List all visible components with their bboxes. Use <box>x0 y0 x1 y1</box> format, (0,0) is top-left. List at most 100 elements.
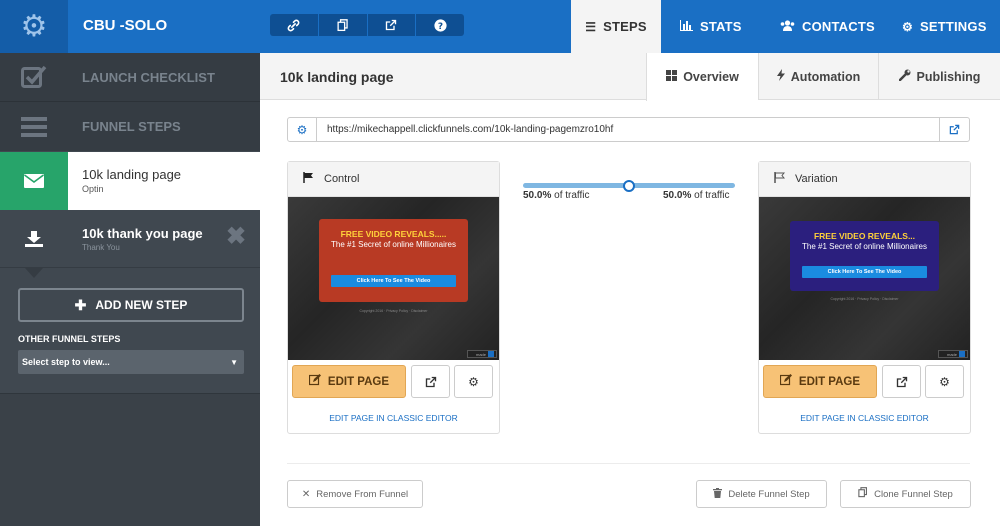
funnel-settings-gear-icon[interactable]: ⚙ <box>0 0 68 53</box>
edit-page-label: EDIT PAGE <box>327 375 390 388</box>
step-arrow <box>25 268 43 278</box>
bolt-icon <box>776 69 785 84</box>
thumbnail-footer-text: Copyright 2016 · Privacy Policy · Discla… <box>830 297 899 301</box>
help-icon[interactable]: ? <box>416 14 464 36</box>
remove-from-funnel-button[interactable]: ✕ Remove From Funnel <box>287 480 423 508</box>
page-thumbnail[interactable]: FREE VIDEO REVEALS..... The #1 Secret of… <box>288 197 499 360</box>
edit-page-label: EDIT PAGE <box>798 375 861 388</box>
nav-tab-stats[interactable]: STATS <box>680 0 742 53</box>
link-icon[interactable] <box>270 14 319 36</box>
nav-tab-label: SETTINGS <box>919 19 987 34</box>
launch-checklist-link[interactable]: LAUNCH CHECKLIST <box>0 53 260 102</box>
variant-label: Control <box>324 173 360 185</box>
nav-tab-label: CONTACTS <box>802 19 875 34</box>
download-icon <box>0 210 68 268</box>
page-url[interactable]: https://mikechappell.clickfunnels.com/10… <box>327 124 613 135</box>
top-bar: ⚙ CBU -SOLO ? ☰ STEPS STATS CONTACTS ⚙ SET… <box>0 0 1000 53</box>
tab-label: Automation <box>790 69 861 84</box>
list-icon: ☰ <box>585 19 597 34</box>
page-header: 10k landing page Overview Automation Pub… <box>260 53 1000 101</box>
promo-button: Click Here To See The Video <box>802 266 927 278</box>
promo-box: FREE VIDEO REVEALS..... The #1 Secret of… <box>319 219 468 302</box>
other-steps-select[interactable]: Select step to view... ▼ <box>18 350 244 374</box>
preview-page-external-link-icon[interactable] <box>882 365 921 398</box>
preview-page-external-link-icon[interactable] <box>411 365 450 398</box>
clickfunnels-badge: made <box>467 350 497 358</box>
promo-box: FREE VIDEO REVEALS... The #1 Secret of o… <box>790 221 939 291</box>
variant-label: Variation <box>795 173 838 185</box>
clone-funnel-step-button[interactable]: Clone Funnel Step <box>840 480 971 508</box>
card-header: Control <box>288 162 499 197</box>
step-subtitle: Thank You <box>82 243 120 252</box>
bar-chart-icon <box>680 19 693 34</box>
promo-headline: FREE VIDEO REVEALS..... <box>340 229 447 239</box>
nav-tab-settings[interactable]: ⚙ SETTINGS <box>902 0 987 53</box>
clickfunnels-badge: made <box>938 350 968 358</box>
menu-icon <box>0 102 68 151</box>
users-icon <box>780 19 795 34</box>
tab-publishing[interactable]: Publishing <box>878 53 1000 100</box>
button-label: Clone Funnel Step <box>874 488 953 500</box>
other-funnel-steps-label: OTHER FUNNEL STEPS <box>18 334 121 344</box>
sidebar-step-thank-you-page[interactable]: 10k thank you page Thank You ✖ <box>0 210 260 278</box>
traffic-suffix: of traffic <box>554 190 590 201</box>
caret-down-icon: ▼ <box>230 357 238 367</box>
edit-in-classic-editor-link[interactable]: EDIT PAGE IN CLASSIC EDITOR <box>759 413 970 423</box>
divider <box>287 463 970 464</box>
page-title: 10k landing page <box>280 69 394 85</box>
edit-page-button[interactable]: EDIT PAGE <box>292 365 406 398</box>
promo-subheadline: The #1 Secret of online Millionaires <box>802 242 927 251</box>
open-url-external-link-icon[interactable] <box>939 118 969 141</box>
url-settings-gear-icon[interactable]: ⚙ <box>288 118 317 141</box>
page-thumbnail[interactable]: FREE VIDEO REVEALS... The #1 Secret of o… <box>759 197 970 360</box>
flag-filled-icon <box>303 172 314 186</box>
tab-overview[interactable]: Overview <box>646 53 758 101</box>
funnel-steps-header: FUNNEL STEPS <box>0 102 260 151</box>
button-label: Remove From Funnel <box>316 488 409 500</box>
thumbnail-footer-text: Copyright 2016 · Privacy Policy · Discla… <box>359 309 428 313</box>
step-subtitle: Optin <box>82 184 104 194</box>
sidebar-step-landing-page[interactable]: 10k landing page Optin <box>0 152 260 220</box>
flag-outline-icon <box>774 172 786 186</box>
trash-icon <box>713 487 723 501</box>
nav-tab-label: STATS <box>700 19 742 34</box>
button-label: Delete Funnel Step <box>728 488 810 500</box>
nav-tab-contacts[interactable]: CONTACTS <box>780 0 875 53</box>
variation-traffic-percent: 50.0% <box>663 190 692 201</box>
close-icon: ✕ <box>301 488 311 500</box>
card-header: Variation <box>759 162 970 197</box>
add-new-step-button[interactable]: ✚ ADD NEW STEP <box>18 288 244 322</box>
page-settings-gear-icon[interactable]: ⚙ <box>925 365 964 398</box>
promo-button: Click Here To See The Video <box>331 275 456 287</box>
step-title: 10k landing page <box>82 167 182 182</box>
control-variant-card: Control FREE VIDEO REVEALS..... The #1 S… <box>287 161 500 434</box>
plus-icon: ✚ <box>74 296 87 313</box>
edit-in-classic-editor-link[interactable]: EDIT PAGE IN CLASSIC EDITOR <box>288 413 499 423</box>
tab-automation[interactable]: Automation <box>758 53 878 100</box>
page-settings-gear-icon[interactable]: ⚙ <box>454 365 493 398</box>
tab-label: Publishing <box>916 69 981 84</box>
variation-traffic: 50.0% of traffic <box>663 190 730 201</box>
traffic-split-handle[interactable] <box>623 180 635 192</box>
external-link-icon[interactable] <box>368 14 417 36</box>
funnel-steps-label: FUNNEL STEPS <box>82 119 181 134</box>
gear-icon: ⚙ <box>902 19 913 34</box>
control-traffic-percent: 50.0% <box>523 190 552 201</box>
copy-icon <box>858 487 868 501</box>
select-placeholder: Select step to view... <box>22 357 110 367</box>
edit-page-button[interactable]: EDIT PAGE <box>763 365 877 398</box>
delete-funnel-step-button[interactable]: Delete Funnel Step <box>696 480 827 508</box>
nav-tab-steps[interactable]: ☰ STEPS <box>571 0 661 53</box>
svg-text:?: ? <box>438 21 443 31</box>
promo-subheadline: The #1 Secret of online Millionaires <box>331 240 456 249</box>
sidebar: LAUNCH CHECKLIST FUNNEL STEPS 10k landin… <box>0 53 260 526</box>
grid-icon <box>666 70 678 84</box>
envelope-icon <box>0 152 68 210</box>
control-traffic: 50.0% of traffic <box>523 190 590 201</box>
page-url-bar: ⚙ https://mikechappell.clickfunnels.com/… <box>287 117 970 142</box>
delete-step-icon[interactable]: ✖ <box>226 222 246 251</box>
step-title: 10k thank you page <box>82 226 203 241</box>
tab-label: Overview <box>683 70 739 84</box>
funnel-toolbar: ? <box>270 14 464 36</box>
copy-icon[interactable] <box>319 14 368 36</box>
